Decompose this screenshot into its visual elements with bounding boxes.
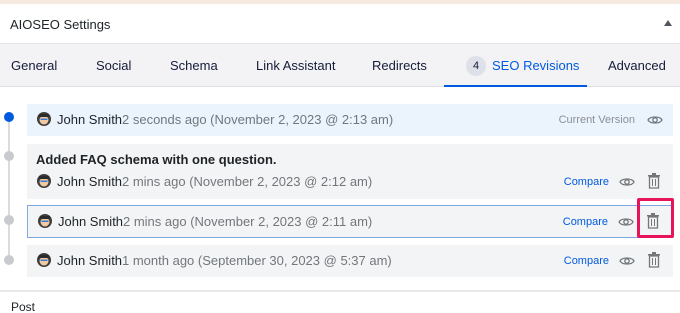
revision-note: Added FAQ schema with one question. xyxy=(36,152,277,167)
panel-title: AIOSEO Settings xyxy=(10,17,111,32)
tab-schema[interactable]: Schema xyxy=(170,44,218,87)
tab-schema-label: Schema xyxy=(170,58,218,73)
timeline-dot xyxy=(4,215,14,225)
revision-timestamp: 2 mins ago (November 2, 2023 @ 2:12 am) xyxy=(122,174,373,189)
eye-icon[interactable] xyxy=(619,253,635,269)
revision-timestamp: 2 mins ago (November 2, 2023 @ 2:11 am) xyxy=(123,214,373,229)
compare-link[interactable]: Compare xyxy=(564,255,609,267)
tab-seo-revisions[interactable]: 4 SEO Revisions xyxy=(444,44,587,87)
tab-advanced-label: Advanced xyxy=(608,58,666,73)
compare-link[interactable]: Compare xyxy=(563,216,608,228)
timeline-dot xyxy=(4,151,14,161)
settings-tabs: General Social Schema Link Assistant Red… xyxy=(0,44,680,87)
trash-icon[interactable] xyxy=(647,213,659,229)
tab-redirects[interactable]: Redirects xyxy=(372,44,427,87)
revision-author: John Smith xyxy=(57,253,123,268)
avatar xyxy=(38,214,52,228)
current-version-label: Current Version xyxy=(558,114,635,126)
panel-header[interactable]: AIOSEO Settings xyxy=(0,4,680,44)
tab-redirects-label: Redirects xyxy=(372,58,427,73)
collapse-icon[interactable] xyxy=(664,20,672,26)
revision-row: John Smith 2 seconds ago (November 2, 20… xyxy=(27,110,673,130)
compare-link[interactable]: Compare xyxy=(564,176,609,188)
tab-social[interactable]: Social xyxy=(96,44,131,87)
revision-item: John Smith 1 month ago (September 30, 20… xyxy=(27,245,673,277)
revision-item: John Smith 2 mins ago (November 2, 2023 … xyxy=(27,205,673,238)
eye-icon[interactable] xyxy=(618,214,634,230)
trash-icon[interactable] xyxy=(648,252,660,268)
revision-row: John Smith 2 mins ago (November 2, 2023 … xyxy=(28,212,672,232)
avatar xyxy=(37,112,51,126)
tab-seo-revisions-label: SEO Revisions xyxy=(492,58,580,73)
post-label: Post xyxy=(11,300,36,313)
revision-row: John Smith 2 mins ago (November 2, 2023 … xyxy=(27,172,673,192)
revision-timestamp: 1 month ago (September 30, 2023 @ 5:37 a… xyxy=(122,253,392,268)
revision-author: John Smith xyxy=(58,214,124,229)
tab-general-label: General xyxy=(11,58,58,73)
revisions-count-badge: 4 xyxy=(466,55,486,76)
footer-bar: Post xyxy=(0,290,680,313)
revision-item: Added FAQ schema with one question. John… xyxy=(27,144,673,199)
revision-item: John Smith 2 seconds ago (November 2, 20… xyxy=(27,104,673,136)
trash-icon[interactable] xyxy=(648,173,660,189)
revision-row: John Smith 1 month ago (September 30, 20… xyxy=(27,251,673,271)
avatar xyxy=(37,174,51,188)
eye-icon[interactable] xyxy=(647,112,663,128)
avatar xyxy=(37,253,51,267)
tab-general[interactable]: General xyxy=(11,44,57,87)
revision-author: John Smith xyxy=(57,112,123,127)
tab-social-label: Social xyxy=(96,58,132,73)
revision-timestamp: 2 seconds ago (November 2, 2023 @ 2:13 a… xyxy=(122,112,394,127)
tab-link-assistant-label: Link Assistant xyxy=(256,58,336,73)
tab-advanced[interactable]: Advanced xyxy=(608,44,666,87)
timeline-dot xyxy=(4,255,14,265)
tab-link-assistant[interactable]: Link Assistant xyxy=(256,44,336,87)
timeline-dot-current xyxy=(4,112,14,122)
revision-author: John Smith xyxy=(57,174,123,189)
eye-icon[interactable] xyxy=(619,174,635,190)
timeline-line xyxy=(8,118,10,260)
